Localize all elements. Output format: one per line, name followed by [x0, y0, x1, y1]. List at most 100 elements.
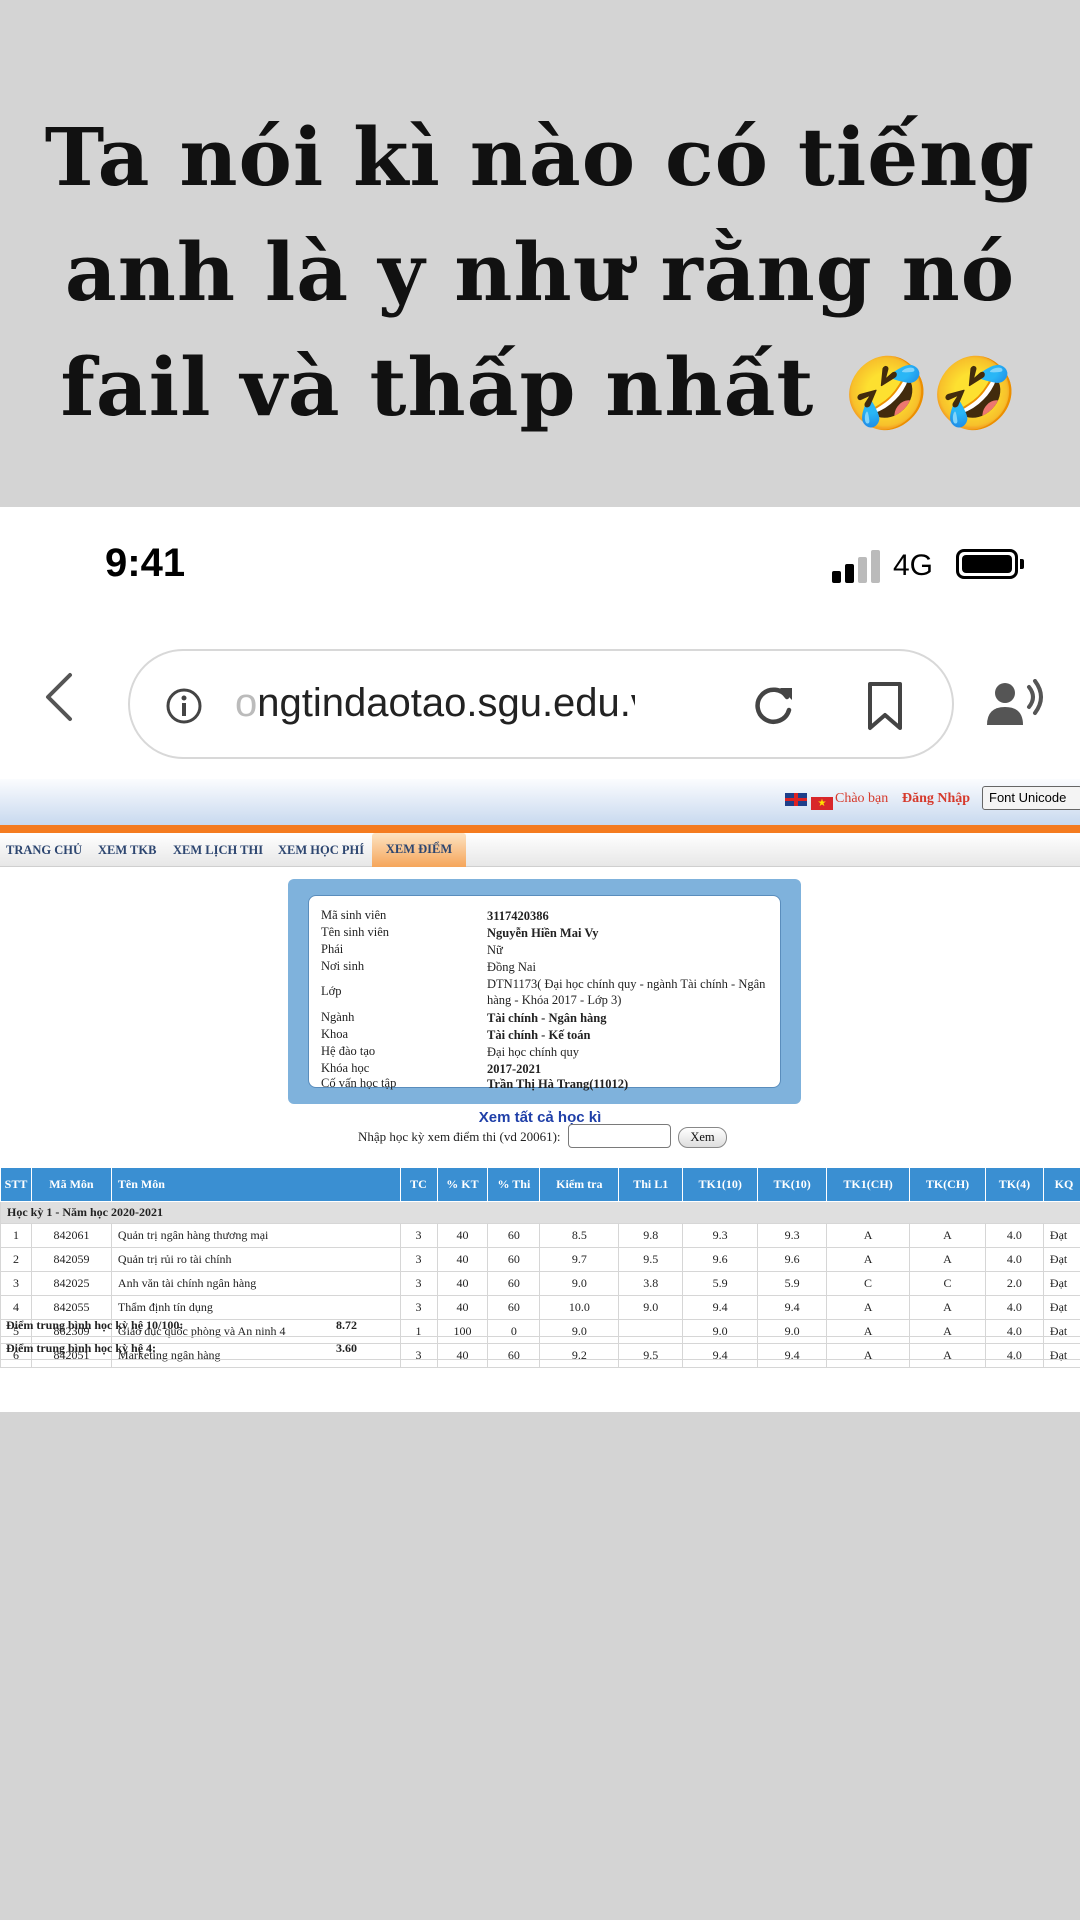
table-row: 2 842059 Quản trị rủi ro tài chính 3 40 60 9.7… [0, 1247, 1080, 1272]
status-time: 9:41 [105, 541, 186, 585]
student-id-label: Mã sinh viên [321, 908, 387, 922]
cell-tk1-letter: A [826, 1223, 911, 1248]
program-value: Đại học chính quy [487, 1045, 579, 1059]
cell-tk1-letter: C [826, 1271, 911, 1296]
col-header: TK1(CH) [826, 1167, 911, 1202]
url-host-text: ngtindaotao.sgu.edu.vn [257, 681, 635, 725]
col-header: Thi L1 [618, 1167, 684, 1202]
student-id-value: 3117420386 [487, 909, 549, 923]
caption-line-3: fail và thấp nhất 🤣🤣 [0, 330, 1080, 452]
table-row: 1 842061 Quản trị ngân hàng thương mại 3 40 6… [0, 1223, 1080, 1248]
nav-timetable[interactable]: XEM TKB [98, 843, 156, 858]
rofl-emoji-icon: 🤣🤣 [843, 352, 1020, 435]
table-header-row: STT Mã Môn Tên Môn TC % KT % Thi Kiểm tr… [0, 1167, 1080, 1202]
col-header: Kiểm tra [539, 1167, 620, 1202]
cell-pct-exam: 60 [487, 1247, 541, 1272]
network-type: 4G [893, 549, 934, 582]
term-input[interactable] [568, 1124, 671, 1148]
birthplace-value: Đồng Nai [487, 960, 536, 974]
cohort-label: Khóa học [321, 1061, 370, 1075]
reload-icon[interactable] [750, 683, 796, 729]
col-header: TK1(10) [682, 1167, 759, 1202]
view-all-terms-link[interactable]: Xem tất cả học kì [0, 1109, 1080, 1126]
average-4-label: Điểm trung bình học kỳ hệ 4: [6, 1341, 157, 1355]
col-header: KQ [1042, 1167, 1080, 1202]
major-value: Tài chính - Ngân hàng [487, 1011, 607, 1025]
signal-strength-icon [832, 549, 882, 583]
info-icon[interactable] [165, 687, 203, 725]
cell-pct-exam: 60 [487, 1271, 541, 1296]
student-name-value: Nguyễn Hiền Mai Vy [487, 926, 599, 940]
col-header: TC [399, 1167, 438, 1202]
cohort-value: 2017-2021 [487, 1062, 542, 1076]
cell-tk-10: 9.6 [757, 1247, 828, 1272]
col-header: Mã Môn [30, 1167, 112, 1202]
caption-line-1: Ta nói kì nào có tiếng [44, 110, 1036, 204]
cell-course-code: 842061 [30, 1223, 112, 1248]
cell-tk1-10: 5.9 [682, 1271, 759, 1296]
cell-tk1-10: 9.3 [682, 1223, 759, 1248]
student-name-label: Tên sinh viên [321, 925, 390, 939]
col-header: TK(10) [757, 1167, 828, 1202]
greeting-text: Chào bạn [835, 791, 889, 806]
col-header: % KT [436, 1167, 489, 1202]
advisor-value: Trần Thị Hà Trang(11012) [487, 1077, 629, 1091]
nav-tuition[interactable]: XEM HỌC PHÍ [278, 843, 364, 858]
uk-flag-icon[interactable] [785, 793, 807, 806]
login-link[interactable]: Đăng Nhập [902, 791, 970, 807]
cell-test-score: 9.0 [539, 1271, 620, 1296]
col-header: TK(CH) [909, 1167, 986, 1202]
cell-result: Đạt [1042, 1271, 1080, 1296]
average-10-row: Điểm trung bình học kỳ hệ 10/100: 8.72 [0, 1314, 1080, 1337]
term-row: Học kỳ 1 - Năm học 2020-2021 [0, 1201, 1080, 1224]
view-grades-button[interactable]: Xem [678, 1127, 727, 1148]
cell-credits: 3 [399, 1247, 438, 1272]
cell-tk-4: 4.0 [984, 1247, 1044, 1272]
status-bar: 9:41 4G [0, 507, 1080, 627]
bookmark-icon[interactable] [865, 681, 905, 731]
speaker-person-icon[interactable] [985, 679, 1045, 729]
cell-course-code: 842059 [30, 1247, 112, 1272]
cell-pct-test: 40 [436, 1271, 489, 1296]
nav-exam-schedule[interactable]: XEM LỊCH THI [173, 843, 263, 858]
cell-tk1-10: 9.6 [682, 1247, 759, 1272]
battery-icon [956, 549, 1024, 579]
average-10-label: Điểm trung bình học kỳ hệ 10/100: [6, 1318, 184, 1332]
average-4-value: 3.60 [336, 1341, 357, 1355]
cell-stt: 1 [0, 1223, 32, 1248]
cell-tk-letter: A [909, 1247, 986, 1272]
student-info-panel: Mã sinh viên 3117420386 Tên sinh viên Ng… [308, 895, 781, 1091]
col-header: % Thi [487, 1167, 541, 1202]
cell-course-name: Quản trị ngân hàng thương mại [110, 1223, 401, 1248]
class-value: DTN1173( Đại học chính quy - ngành Tài c… [487, 977, 766, 1007]
advisor-label: Cố vấn học tập [321, 1076, 397, 1090]
cell-credits: 3 [399, 1223, 438, 1248]
cell-credits: 3 [399, 1271, 438, 1296]
url-faded-text: o [235, 681, 258, 725]
url-text[interactable]: ongtindaotao.sgu.edu.vn [235, 681, 635, 726]
cell-course-name: Anh văn tài chính ngân hàng [110, 1271, 401, 1296]
school-portal-page: ★ Chào bạn Đăng Nhập Font Unicode TRANG … [0, 779, 1080, 1412]
cell-test-score: 8.5 [539, 1223, 620, 1248]
vn-flag-icon[interactable]: ★ [811, 797, 833, 810]
address-bar[interactable]: ongtindaotao.sgu.edu.vn [128, 649, 954, 759]
back-chevron-icon[interactable] [40, 667, 80, 727]
gender-value: Nữ [487, 943, 503, 957]
cell-tk-10: 9.3 [757, 1223, 828, 1248]
average-4-row: Điểm trung bình học kỳ hệ 4: 3.60 [0, 1337, 1080, 1360]
caption-line-3-text: fail và thấp nhất [60, 340, 815, 434]
average-10-value: 8.72 [336, 1318, 357, 1332]
banner-stripe [0, 825, 1080, 833]
col-header: TK(4) [984, 1167, 1044, 1202]
nav-grades[interactable]: XEM ĐIỂM [372, 833, 466, 867]
faculty-label: Khoa [321, 1027, 349, 1041]
cell-tk-letter: A [909, 1223, 986, 1248]
cell-tk-4: 4.0 [984, 1223, 1044, 1248]
caption-line-2: anh là y như rằng nó [64, 225, 1016, 319]
cell-exam-score: 9.5 [618, 1247, 684, 1272]
cell-pct-test: 40 [436, 1223, 489, 1248]
term-label: Học kỳ 1 - Năm học 2020-2021 [0, 1201, 1080, 1224]
font-select[interactable]: Font Unicode [982, 786, 1080, 810]
nav-home[interactable]: TRANG CHỦ [6, 843, 82, 858]
gender-label: Phái [321, 942, 344, 956]
